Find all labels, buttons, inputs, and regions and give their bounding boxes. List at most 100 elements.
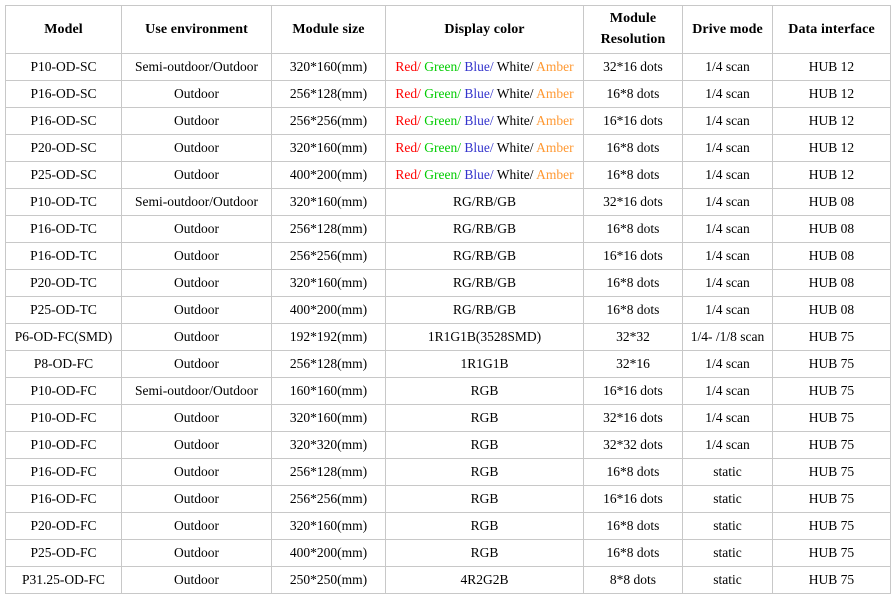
cell-iface: HUB 75 <box>772 512 891 540</box>
cell-res: 16*16 dots <box>583 242 683 270</box>
display-color-blue: Blue/ <box>464 112 497 128</box>
cell-color: RG/RB/GB <box>385 215 584 243</box>
table-row: P16-OD-TC Outdoor 256*128(mm) RG/RB/GB 16*8 … <box>5 215 891 243</box>
cell-res: 16*16 dots <box>583 377 683 405</box>
display-color-green: Green/ <box>424 58 465 74</box>
cell-drive: 1/4 scan <box>682 242 773 270</box>
display-color-red: Red/ <box>395 166 425 182</box>
display-color-green: Green/ <box>424 166 465 182</box>
cell-env: Outdoor <box>121 512 272 540</box>
cell-res: 32*32 dots <box>583 431 683 459</box>
cell-color: Red/ Green/ Blue/ White/ Amber <box>385 80 584 108</box>
cell-size: 320*160(mm) <box>271 188 386 216</box>
cell-env: Outdoor <box>121 350 272 378</box>
cell-size: 320*320(mm) <box>271 431 386 459</box>
table-row: P16-OD-TC Outdoor 256*256(mm) RG/RB/GB 16*16… <box>5 242 891 270</box>
cell-size: 400*200(mm) <box>271 296 386 324</box>
display-color-blue: Blue/ <box>464 58 497 74</box>
table-row: P10-OD-FC Outdoor 320*160(mm) RGB 32*16 dots… <box>5 404 891 432</box>
table-body: P10-OD-SC Semi-outdoor/Outdoor 320*160(mm)… <box>5 53 891 594</box>
cell-drive: static <box>682 566 773 594</box>
cell-iface: HUB 12 <box>772 134 891 162</box>
cell-iface: HUB 75 <box>772 458 891 486</box>
cell-color: RGB <box>385 431 584 459</box>
display-color-green: Green/ <box>424 139 465 155</box>
cell-drive: 1/4 scan <box>682 269 773 297</box>
cell-model: P16-OD-TC <box>5 215 122 243</box>
cell-iface: HUB 12 <box>772 53 891 81</box>
table-row: P20-OD-TC Outdoor 320*160(mm) RG/RB/GB 16*8 … <box>5 269 891 297</box>
cell-model: P25-OD-SC <box>5 161 122 189</box>
cell-size: 400*200(mm) <box>271 161 386 189</box>
table-row: P25-OD-TC Outdoor 400*200(mm) RG/RB/GB 16*8 … <box>5 296 891 324</box>
table-row: P20-OD-SC Outdoor 320*160(mm) Red/ Green/ B… <box>5 134 891 162</box>
cell-color: RG/RB/GB <box>385 269 584 297</box>
cell-model: P10-OD-FC <box>5 377 122 405</box>
display-color-amber: Amber <box>536 166 574 182</box>
column-header-module-size: Module size <box>271 5 386 54</box>
cell-color: RGB <box>385 404 584 432</box>
column-header-data-interface: Data interface <box>772 5 891 54</box>
cell-size: 256*128(mm) <box>271 215 386 243</box>
cell-drive: static <box>682 458 773 486</box>
cell-drive: 1/4 scan <box>682 350 773 378</box>
table-row: P16-OD-SC Outdoor 256*128(mm) Red/ Green/ B… <box>5 80 891 108</box>
cell-size: 320*160(mm) <box>271 134 386 162</box>
display-color-white: White/ <box>496 139 537 155</box>
column-header-model: Model <box>5 5 122 54</box>
table-row: P16-OD-FC Outdoor 256*128(mm) RGB 16*8 dots s… <box>5 458 891 486</box>
table-row: P10-OD-FC Semi-outdoor/Outdoor 160*160(mm)… <box>5 377 891 405</box>
cell-size: 256*256(mm) <box>271 107 386 135</box>
cell-size: 160*160(mm) <box>271 377 386 405</box>
cell-iface: HUB 08 <box>772 269 891 297</box>
cell-drive: 1/4- /1/8 scan <box>682 323 773 351</box>
cell-iface: HUB 75 <box>772 485 891 513</box>
cell-model: P25-OD-FC <box>5 539 122 567</box>
cell-res: 16*8 dots <box>583 134 683 162</box>
cell-drive: 1/4 scan <box>682 404 773 432</box>
display-color-amber: Amber <box>536 58 574 74</box>
cell-color: RG/RB/GB <box>385 188 584 216</box>
cell-size: 320*160(mm) <box>271 269 386 297</box>
display-color-amber: Amber <box>536 85 574 101</box>
cell-model: P6-OD-FC(SMD) <box>5 323 122 351</box>
cell-res: 16*16 dots <box>583 485 683 513</box>
cell-model: P16-OD-TC <box>5 242 122 270</box>
display-color-amber: Amber <box>536 112 574 128</box>
cell-res: 16*8 dots <box>583 539 683 567</box>
cell-env: Semi-outdoor/Outdoor <box>121 377 272 405</box>
cell-model: P20-OD-SC <box>5 134 122 162</box>
cell-model: P31.25-OD-FC <box>5 566 122 594</box>
cell-iface: HUB 08 <box>772 215 891 243</box>
cell-drive: static <box>682 539 773 567</box>
cell-size: 256*256(mm) <box>271 485 386 513</box>
table-row: P20-OD-FC Outdoor 320*160(mm) RGB 16*8 dots s… <box>5 512 891 540</box>
cell-env: Outdoor <box>121 134 272 162</box>
cell-model: P20-OD-FC <box>5 512 122 540</box>
cell-size: 320*160(mm) <box>271 512 386 540</box>
cell-res: 16*8 dots <box>583 269 683 297</box>
cell-color: Red/ Green/ Blue/ White/ Amber <box>385 161 584 189</box>
cell-color: RG/RB/GB <box>385 242 584 270</box>
cell-drive: 1/4 scan <box>682 188 773 216</box>
cell-env: Outdoor <box>121 485 272 513</box>
cell-model: P10-OD-FC <box>5 404 122 432</box>
cell-res: 16*8 dots <box>583 215 683 243</box>
cell-env: Outdoor <box>121 107 272 135</box>
display-color-red: Red/ <box>395 139 425 155</box>
cell-iface: HUB 75 <box>772 323 891 351</box>
cell-env: Outdoor <box>121 404 272 432</box>
cell-model: P10-OD-TC <box>5 188 122 216</box>
column-header-drive-mode: Drive mode <box>682 5 773 54</box>
cell-res: 16*8 dots <box>583 296 683 324</box>
cell-res: 16*8 dots <box>583 458 683 486</box>
table-header: Model Use environment Module size Displa… <box>5 5 891 54</box>
cell-res: 8*8 dots <box>583 566 683 594</box>
table-row: P6-OD-FC(SMD) Outdoor 192*192(mm) 1R1G1B(35… <box>5 323 891 351</box>
display-color-blue: Blue/ <box>464 139 497 155</box>
cell-env: Semi-outdoor/Outdoor <box>121 188 272 216</box>
cell-iface: HUB 12 <box>772 107 891 135</box>
cell-env: Outdoor <box>121 269 272 297</box>
cell-iface: HUB 12 <box>772 161 891 189</box>
cell-color: Red/ Green/ Blue/ White/ Amber <box>385 134 584 162</box>
